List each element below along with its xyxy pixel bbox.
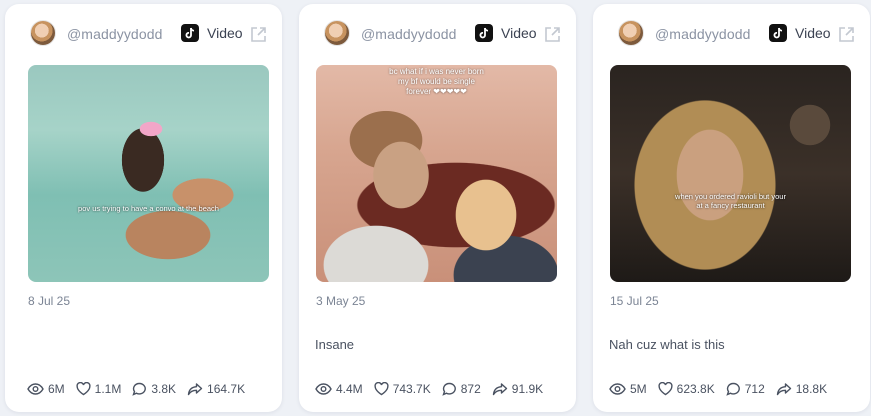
comment-icon bbox=[726, 382, 740, 396]
likes-count: 1.1M bbox=[94, 382, 122, 396]
comments-stat: 712 bbox=[726, 382, 765, 396]
post-stats: 4.4M 743.7K 872 91.9K bbox=[315, 379, 554, 399]
views-stat: 4.4M bbox=[315, 382, 363, 396]
video-thumbnail[interactable]: bc what if i was never born my bf would … bbox=[316, 65, 557, 282]
platform-label: Video bbox=[795, 25, 831, 41]
post-stats: 5M 623.8K 712 18.8K bbox=[609, 379, 838, 399]
likes-stat: 743.7K bbox=[374, 382, 431, 396]
post-date: 15 Jul 25 bbox=[610, 294, 659, 308]
eye-icon bbox=[27, 383, 44, 395]
card-header: @maddyydodd Video bbox=[5, 4, 282, 64]
comments-count: 872 bbox=[460, 382, 481, 396]
comments-count: 712 bbox=[744, 382, 765, 396]
likes-count: 623.8K bbox=[676, 382, 715, 396]
video-thumbnail[interactable]: pov us trying to have a convo at the bea… bbox=[28, 65, 269, 282]
comments-count: 3.8K bbox=[151, 382, 177, 396]
post-stats: 6M 1.1M 3.8K 164.7K bbox=[27, 379, 256, 399]
external-link-icon[interactable] bbox=[544, 26, 561, 43]
share-icon bbox=[776, 383, 791, 396]
account-handle[interactable]: @maddyydodd bbox=[67, 26, 162, 42]
likes-stat: 1.1M bbox=[76, 382, 122, 396]
external-link-icon[interactable] bbox=[250, 26, 267, 43]
eye-icon bbox=[609, 383, 626, 395]
share-icon bbox=[492, 383, 507, 396]
thumbnail-caption: pov us trying to have a convo at the bea… bbox=[78, 204, 219, 213]
post-caption: Insane bbox=[315, 337, 355, 352]
post-card[interactable]: @maddyydodd Video pov us trying to have … bbox=[5, 4, 282, 412]
shares-stat: 164.7K bbox=[187, 382, 245, 396]
views-stat: 6M bbox=[27, 382, 65, 396]
shares-stat: 18.8K bbox=[776, 382, 827, 396]
card-header: @maddyydodd Video bbox=[299, 4, 576, 64]
tiktok-icon bbox=[181, 24, 199, 42]
likes-stat: 623.8K bbox=[658, 382, 715, 396]
tiktok-icon bbox=[475, 24, 493, 42]
likes-count: 743.7K bbox=[392, 382, 431, 396]
post-date: 3 May 25 bbox=[316, 294, 366, 308]
avatar[interactable] bbox=[618, 20, 644, 46]
account-handle[interactable]: @maddyydodd bbox=[361, 26, 456, 42]
heart-icon bbox=[76, 382, 91, 396]
views-count: 6M bbox=[48, 382, 65, 396]
views-count: 5M bbox=[630, 382, 647, 396]
comments-stat: 3.8K bbox=[132, 382, 176, 396]
heart-icon bbox=[658, 382, 673, 396]
post-card[interactable]: @maddyydodd Video when you ordered ravio… bbox=[593, 4, 870, 412]
views-stat: 5M bbox=[609, 382, 647, 396]
share-icon bbox=[187, 383, 203, 396]
eye-icon bbox=[315, 383, 332, 395]
thumbnail-caption: bc what if i was never born my bf would … bbox=[389, 67, 484, 96]
post-caption: Nah cuz what is this bbox=[609, 337, 725, 352]
tiktok-icon bbox=[769, 24, 787, 42]
heart-icon bbox=[374, 382, 389, 396]
views-count: 4.4M bbox=[336, 382, 363, 396]
account-handle[interactable]: @maddyydodd bbox=[655, 26, 750, 42]
shares-count: 18.8K bbox=[795, 382, 828, 396]
post-date: 8 Jul 25 bbox=[28, 294, 71, 308]
external-link-icon[interactable] bbox=[838, 26, 855, 43]
card-header: @maddyydodd Video bbox=[593, 4, 870, 64]
comment-icon bbox=[132, 382, 147, 396]
platform-label: Video bbox=[207, 25, 243, 41]
video-thumbnail[interactable]: when you ordered ravioli but your at a f… bbox=[610, 65, 851, 282]
comments-stat: 872 bbox=[442, 382, 481, 396]
avatar[interactable] bbox=[324, 20, 350, 46]
shares-count: 164.7K bbox=[207, 382, 246, 396]
comment-icon bbox=[442, 382, 456, 396]
platform-label: Video bbox=[501, 25, 537, 41]
thumbnail-caption: when you ordered ravioli but your at a f… bbox=[675, 192, 786, 210]
avatar[interactable] bbox=[30, 20, 56, 46]
post-card[interactable]: @maddyydodd Video bc what if i was never… bbox=[299, 4, 576, 412]
shares-stat: 91.9K bbox=[492, 382, 543, 396]
shares-count: 91.9K bbox=[511, 382, 544, 396]
